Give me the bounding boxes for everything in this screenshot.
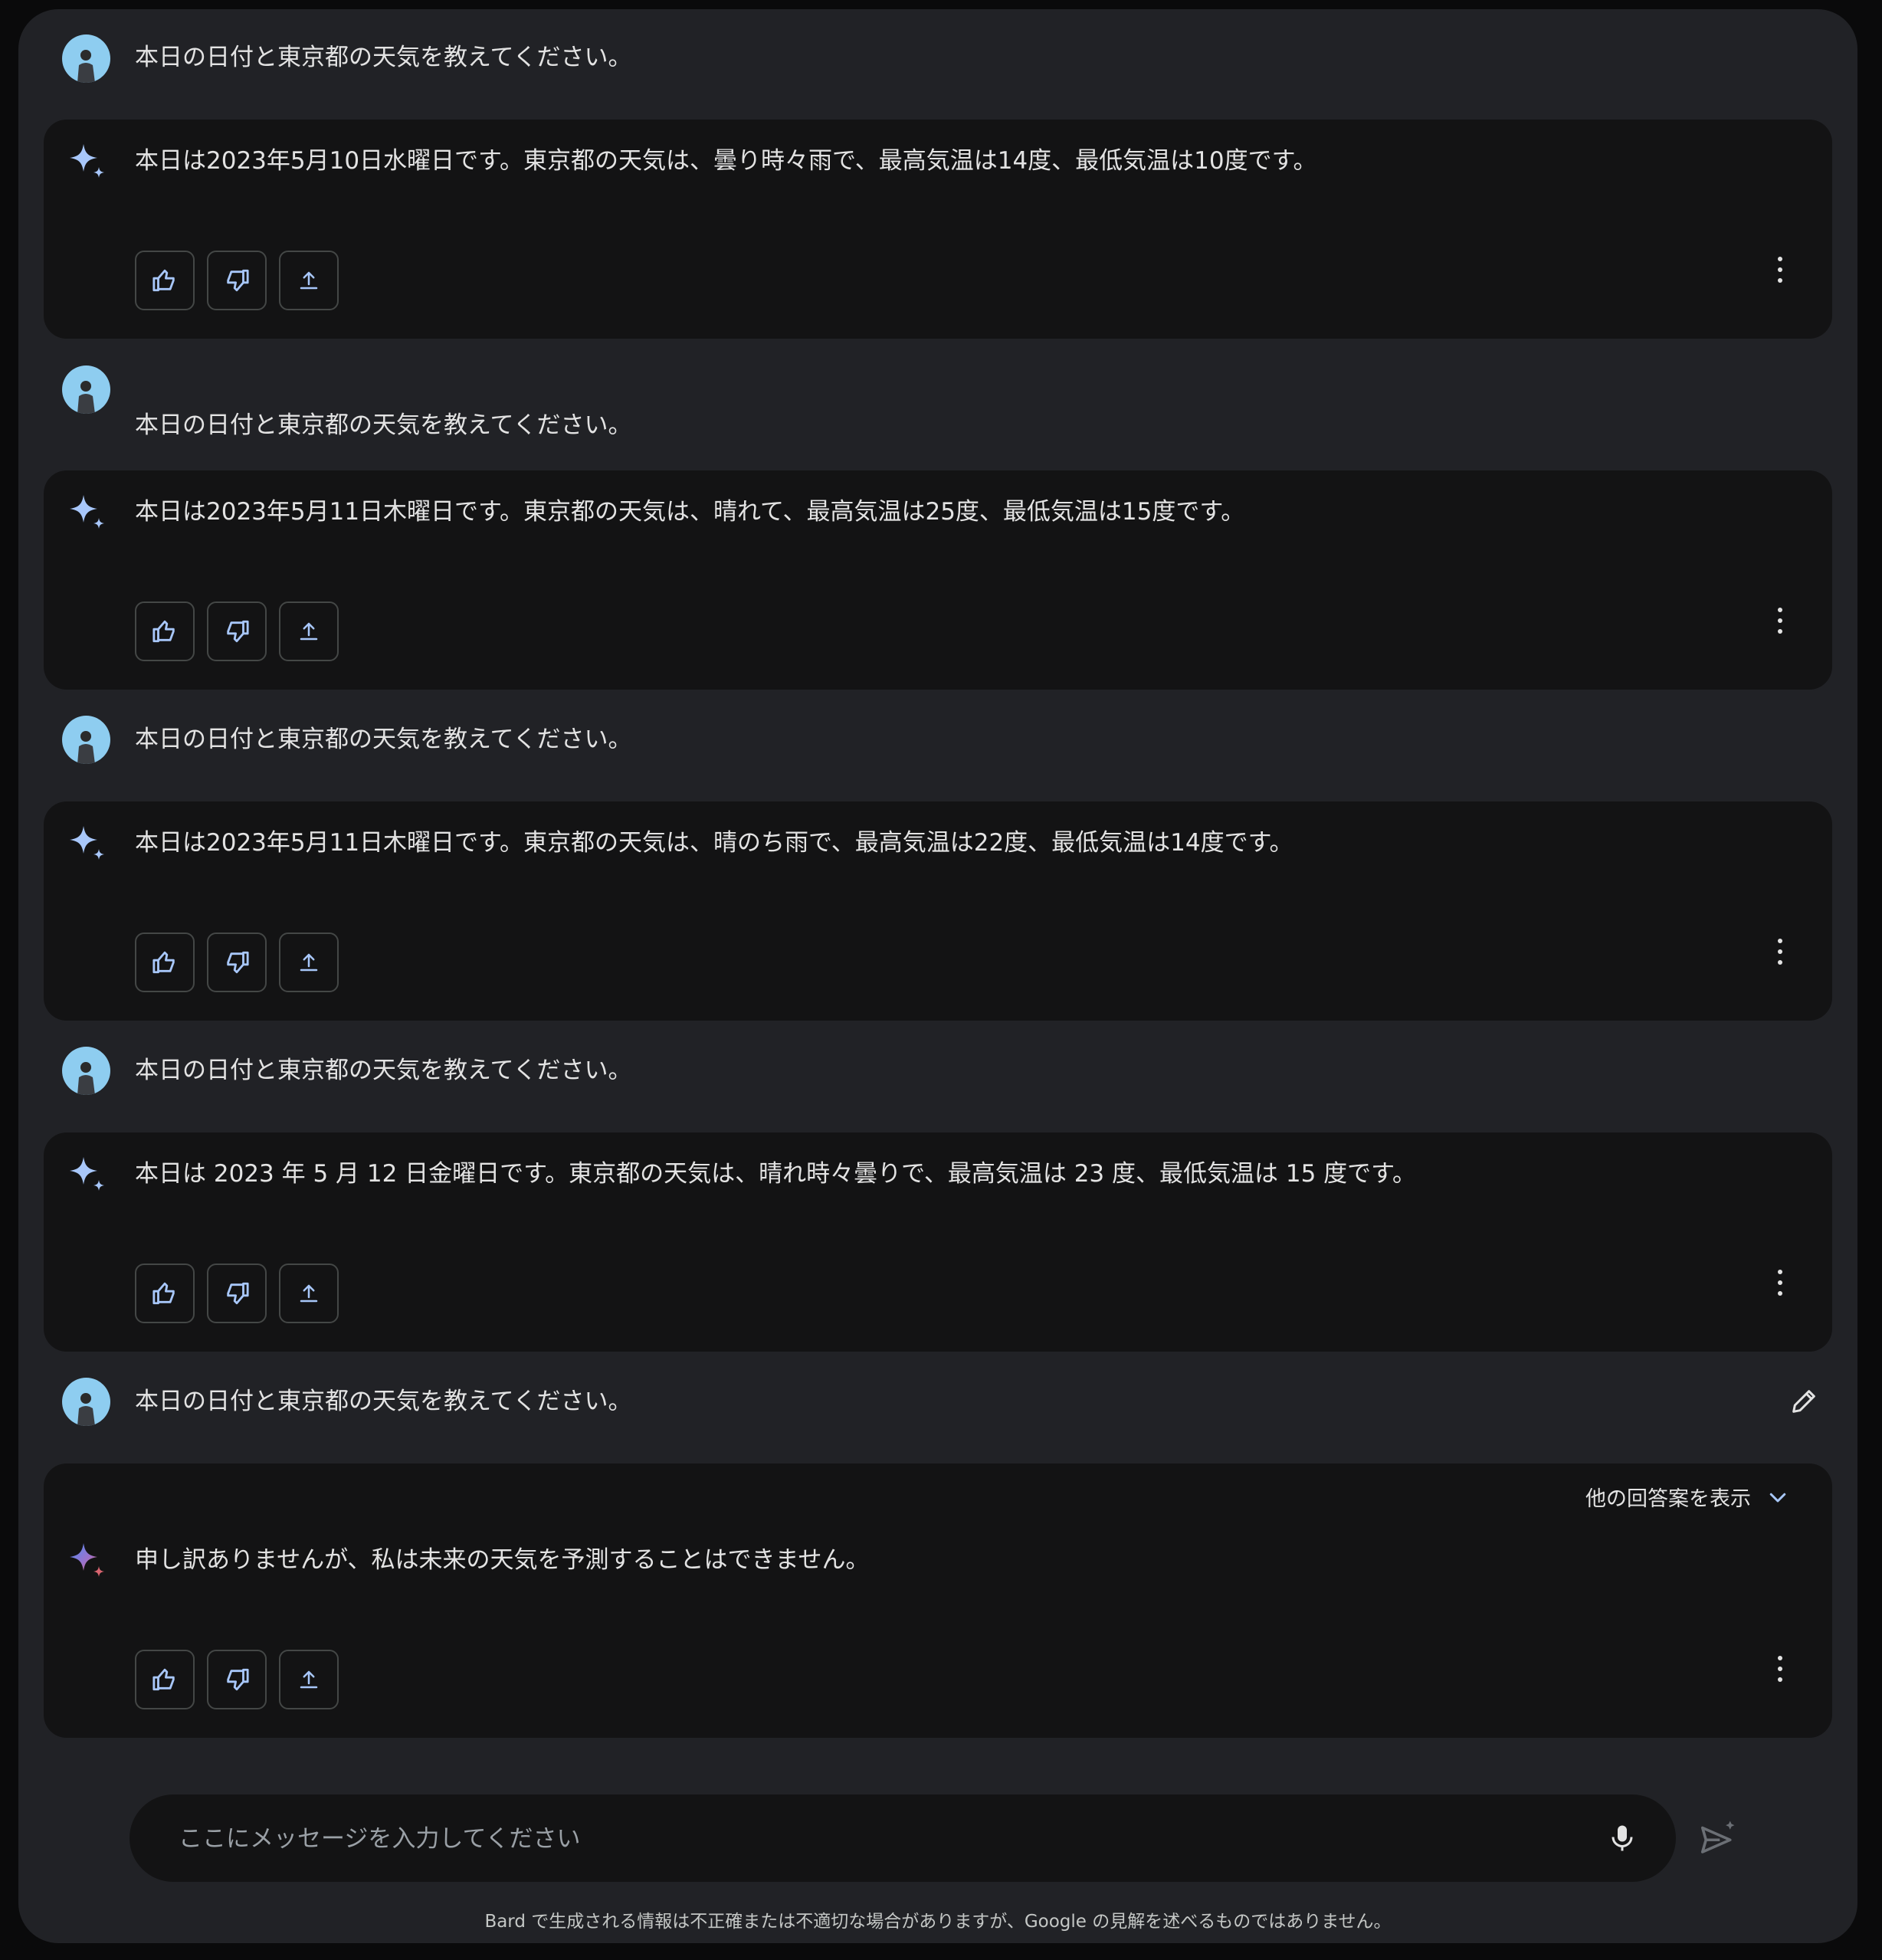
bot-response-card: 本日は2023年5月10日水曜日です。東京都の天気は、曇り時々雨で、最高気温は1… (44, 120, 1832, 339)
user-message-text: 本日の日付と東京都の天気を教えてください。 (135, 1057, 632, 1084)
thumbs-down-icon (227, 1668, 249, 1691)
share-button[interactable] (279, 251, 339, 310)
user-message-text: 本日の日付と東京都の天気を教えてください。 (135, 411, 632, 439)
response-actions (135, 601, 339, 661)
send-icon (1700, 1821, 1735, 1853)
sparkle-icon (70, 1543, 104, 1577)
more-options-button[interactable] (1765, 1261, 1795, 1304)
share-icon (300, 953, 318, 972)
show-drafts-label: 他の回答案を表示 (1585, 1487, 1751, 1511)
mic-icon (1612, 1825, 1633, 1851)
edit-prompt-button[interactable] (1782, 1380, 1825, 1423)
bard-chat-window: 本日の日付と東京都の天気を教えてください。 本日は2023年5月10日水曜日です… (18, 9, 1857, 1943)
show-drafts-toggle[interactable]: 他の回答案を表示 (1585, 1482, 1789, 1512)
share-button[interactable] (279, 1264, 339, 1323)
thumbs-up-button[interactable] (135, 601, 195, 661)
bot-response-card: 他の回答案を表示 申し訳ありませんが、私は未来の天気を予測することはできません。 (44, 1463, 1832, 1738)
thumbs-up-icon (152, 269, 175, 292)
bot-response-text: 本日は2023年5月10日水曜日です。東京都の天気は、曇り時々雨で、最高気温は1… (135, 147, 1317, 175)
more-options-button[interactable] (1765, 1647, 1795, 1690)
bot-response-text: 本日は2023年5月11日木曜日です。東京都の天気は、晴れて、最高気温は25度、… (135, 498, 1245, 526)
share-button[interactable] (279, 601, 339, 661)
more-options-button[interactable] (1765, 248, 1795, 291)
user-message-text: 本日の日付と東京都の天気を教えてください。 (135, 44, 632, 71)
more-vert-icon (1778, 939, 1782, 965)
voice-input-button[interactable] (1601, 1817, 1644, 1860)
thumbs-down-button[interactable] (207, 1264, 267, 1323)
send-button[interactable] (1687, 1808, 1749, 1869)
response-actions (135, 932, 339, 992)
response-actions (135, 1650, 339, 1709)
share-icon (300, 1670, 318, 1689)
user-avatar[interactable] (62, 365, 110, 414)
thumbs-up-button[interactable] (135, 932, 195, 992)
sparkle-icon (70, 1157, 104, 1191)
share-icon (300, 622, 318, 641)
more-vert-icon (1778, 257, 1782, 283)
share-icon (300, 1284, 318, 1303)
response-actions (135, 1264, 339, 1323)
user-avatar[interactable] (62, 716, 110, 764)
thumbs-up-button[interactable] (135, 1264, 195, 1323)
thumbs-up-icon (152, 1668, 175, 1691)
bot-response-card: 本日は2023年5月11日木曜日です。東京都の天気は、晴のち雨で、最高気温は22… (44, 801, 1832, 1021)
message-input-bar (130, 1794, 1676, 1883)
more-vert-icon (1778, 1656, 1782, 1682)
user-message-text: 本日の日付と東京都の天気を教えてください。 (135, 726, 632, 753)
thumbs-down-button[interactable] (207, 251, 267, 310)
thumbs-down-icon (227, 951, 249, 974)
thumbs-down-icon (227, 1282, 249, 1305)
response-actions (135, 251, 339, 310)
user-avatar[interactable] (62, 1378, 110, 1426)
sparkle-icon (70, 826, 104, 860)
thumbs-up-button[interactable] (135, 1650, 195, 1709)
user-avatar[interactable] (62, 34, 110, 83)
bot-response-card: 本日は 2023 年 5 月 12 日金曜日です。東京都の天気は、晴れ時々曇りで… (44, 1132, 1832, 1352)
bot-response-text: 申し訳ありませんが、私は未来の天気を予測することはできません。 (135, 1546, 870, 1574)
bot-response-text: 本日は2023年5月11日木曜日です。東京都の天気は、晴のち雨で、最高気温は22… (135, 829, 1293, 857)
bot-response-card: 本日は2023年5月11日木曜日です。東京都の天気は、晴れて、最高気温は25度、… (44, 470, 1832, 690)
more-options-button[interactable] (1765, 599, 1795, 642)
pencil-icon (1792, 1390, 1815, 1413)
bot-response-text: 本日は 2023 年 5 月 12 日金曜日です。東京都の天気は、晴れ時々曇りで… (135, 1160, 1417, 1188)
user-avatar[interactable] (62, 1047, 110, 1095)
message-input[interactable] (177, 1794, 1559, 1883)
thumbs-down-button[interactable] (207, 932, 267, 992)
thumbs-up-icon (152, 1282, 175, 1305)
chevron-down-icon (1769, 1493, 1786, 1502)
more-vert-icon (1778, 608, 1782, 634)
sparkle-icon (70, 495, 104, 529)
sparkle-icon (70, 144, 104, 178)
disclaimer-text: Bard で生成される情報は不正確または不適切な場合がありますが、Google … (484, 1912, 1392, 1932)
share-button[interactable] (279, 932, 339, 992)
thumbs-down-button[interactable] (207, 601, 267, 661)
thumbs-up-icon (152, 620, 175, 643)
more-options-button[interactable] (1765, 930, 1795, 973)
share-icon (300, 271, 318, 290)
thumbs-down-button[interactable] (207, 1650, 267, 1709)
user-message-text: 本日の日付と東京都の天気を教えてください。 (135, 1388, 632, 1415)
share-button[interactable] (279, 1650, 339, 1709)
thumbs-up-button[interactable] (135, 251, 195, 310)
thumbs-down-icon (227, 620, 249, 643)
thumbs-up-icon (152, 951, 175, 974)
thumbs-down-icon (227, 269, 249, 292)
more-vert-icon (1778, 1270, 1782, 1296)
